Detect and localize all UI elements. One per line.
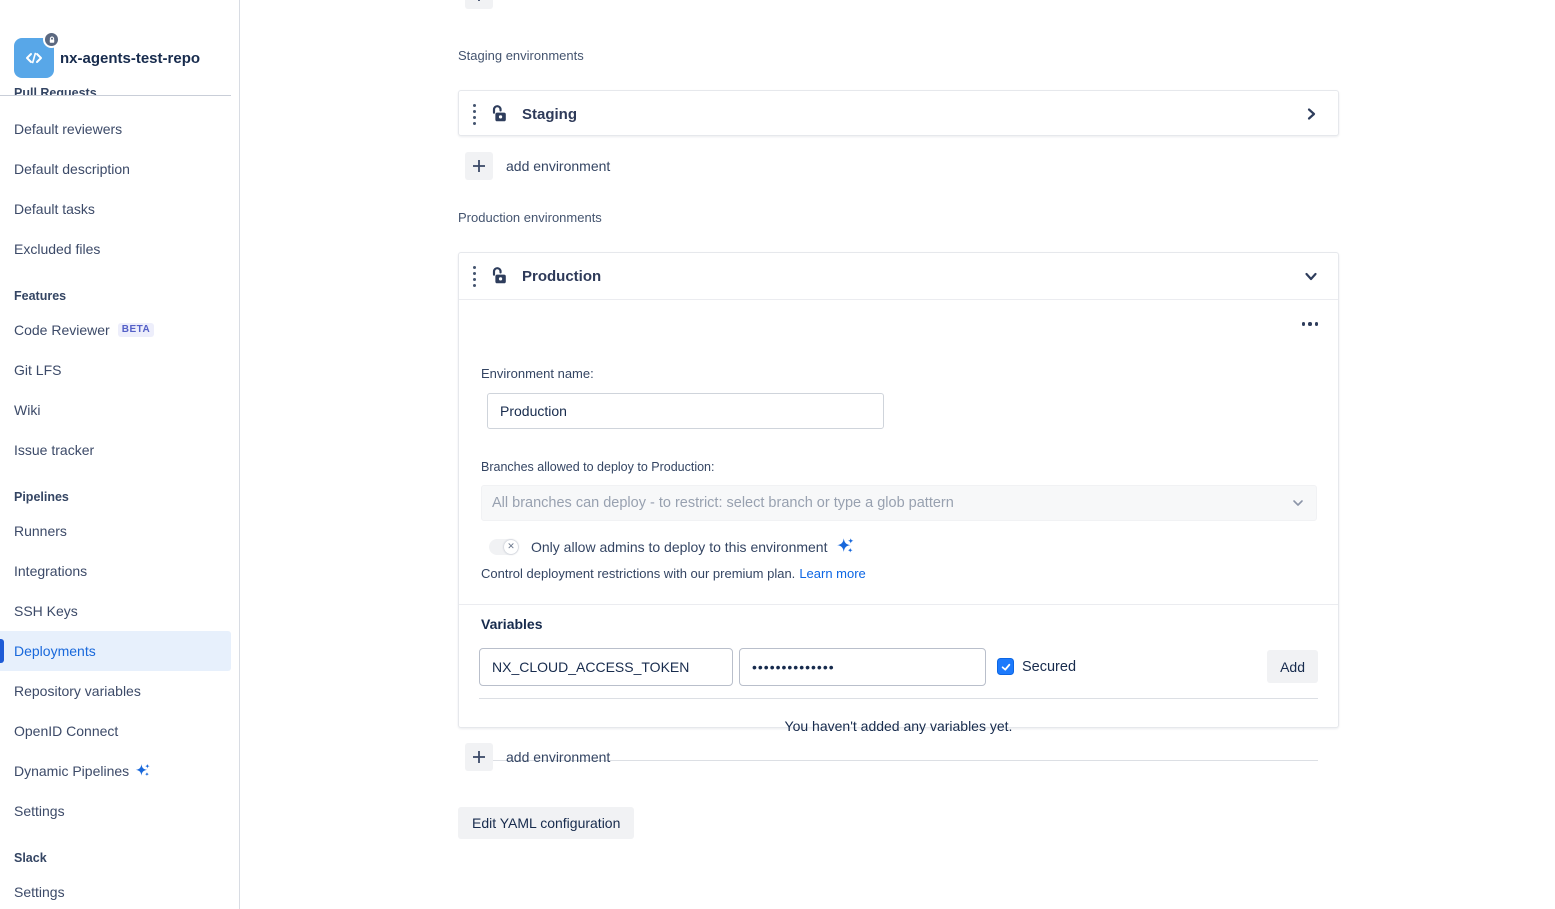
sidebar-item-wiki[interactable]: Wiki bbox=[0, 390, 240, 430]
production-environment-card: Production Environment name: Branches al… bbox=[458, 252, 1339, 728]
admin-only-toggle[interactable]: ✕ bbox=[489, 539, 519, 555]
variables-list-divider bbox=[479, 698, 1318, 699]
production-environment-name: Production bbox=[522, 268, 601, 285]
secured-checkbox[interactable] bbox=[997, 658, 1014, 675]
add-production-environment-button[interactable]: add environment bbox=[465, 743, 610, 771]
unlock-icon bbox=[489, 104, 509, 124]
sidebar-divider bbox=[0, 95, 231, 96]
secured-label: Secured bbox=[1022, 659, 1076, 675]
staging-card-header[interactable]: Staging bbox=[459, 91, 1338, 137]
production-card-body: Environment name: Branches allowed to de… bbox=[459, 299, 1338, 728]
sidebar-item-code-reviewer[interactable]: Code Reviewer BETA bbox=[0, 310, 240, 350]
sidebar-item-git-lfs[interactable]: Git LFS bbox=[0, 350, 240, 390]
settings-sidebar: nx-agents-test-repo Pull Requests Defaul… bbox=[0, 0, 240, 909]
plus-icon bbox=[465, 743, 493, 771]
sparkle-icon bbox=[835, 537, 855, 556]
variable-name-input[interactable] bbox=[479, 648, 733, 686]
code-icon bbox=[23, 47, 45, 69]
selected-indicator bbox=[0, 639, 4, 663]
secured-checkbox-row: Secured bbox=[997, 658, 1076, 675]
admin-only-label: Only allow admins to deploy to this envi… bbox=[531, 539, 827, 555]
add-environment-button-top[interactable]: add environment bbox=[465, 0, 610, 9]
staging-environments-label: Staging environments bbox=[458, 48, 584, 63]
sidebar-item-integrations[interactable]: Integrations bbox=[0, 551, 240, 591]
variable-value-input[interactable] bbox=[739, 648, 986, 686]
sidebar-item-issue-tracker[interactable]: Issue tracker bbox=[0, 430, 240, 470]
more-options-icon[interactable] bbox=[1298, 316, 1322, 332]
sidebar-item-default-reviewers[interactable]: Default reviewers bbox=[0, 109, 240, 149]
sidebar-item-ssh-keys[interactable]: SSH Keys bbox=[0, 591, 240, 631]
deployments-settings-page: nx-agents-test-repo Pull Requests Defaul… bbox=[0, 0, 1555, 909]
sidebar-item-dynamic-pipelines[interactable]: Dynamic Pipelines bbox=[0, 751, 240, 791]
branch-restriction-select[interactable]: All branches can deploy - to restrict: s… bbox=[481, 485, 1317, 521]
section-header-features: Features bbox=[0, 288, 240, 304]
section-header-slack: Slack bbox=[0, 850, 240, 866]
variables-section-divider bbox=[459, 604, 1338, 605]
empty-variables-text: You haven't added any variables yet. bbox=[459, 718, 1338, 734]
production-card-header[interactable]: Production bbox=[459, 253, 1338, 299]
sidebar-nav: Default reviewers Default description De… bbox=[0, 109, 240, 909]
repo-name: nx-agents-test-repo bbox=[60, 50, 200, 67]
add-staging-environment-button[interactable]: add environment bbox=[465, 152, 610, 180]
repo-avatar bbox=[14, 38, 54, 78]
sidebar-item-pipelines-settings[interactable]: Settings bbox=[0, 791, 240, 831]
section-header-pipelines: Pipelines bbox=[0, 489, 240, 505]
repo-link[interactable]: nx-agents-test-repo bbox=[14, 38, 200, 78]
environment-name-label: Environment name: bbox=[481, 366, 594, 381]
learn-more-link[interactable]: Learn more bbox=[799, 566, 865, 581]
admin-only-toggle-row: ✕ Only allow admins to deploy to this en… bbox=[489, 537, 855, 556]
drag-handle-icon[interactable] bbox=[469, 266, 479, 287]
sidebar-item-excluded-files[interactable]: Excluded files bbox=[0, 229, 240, 269]
chevron-right-icon[interactable] bbox=[1302, 105, 1320, 128]
sidebar-item-deployments[interactable]: Deployments bbox=[0, 631, 231, 671]
staging-environment-card: Staging bbox=[458, 90, 1339, 136]
branches-allowed-label: Branches allowed to deploy to Production… bbox=[481, 460, 714, 474]
premium-plan-text: Control deployment restrictions with our… bbox=[481, 566, 866, 581]
unlock-icon bbox=[489, 266, 509, 286]
toggle-off-x-icon: ✕ bbox=[504, 540, 518, 554]
edit-yaml-configuration-button[interactable]: Edit YAML configuration bbox=[458, 807, 634, 839]
environment-name-input[interactable] bbox=[487, 393, 884, 429]
sidebar-item-repository-variables[interactable]: Repository variables bbox=[0, 671, 240, 711]
staging-environment-name: Staging bbox=[522, 106, 577, 123]
private-lock-badge-icon bbox=[43, 31, 60, 48]
sidebar-item-openid-connect[interactable]: OpenID Connect bbox=[0, 711, 240, 751]
sidebar-item-default-description[interactable]: Default description bbox=[0, 149, 240, 189]
checkmark-icon bbox=[1000, 661, 1012, 673]
chevron-down-icon bbox=[1290, 495, 1306, 511]
beta-badge: BETA bbox=[118, 323, 154, 337]
sparkle-icon bbox=[134, 763, 151, 779]
plus-icon bbox=[465, 152, 493, 180]
sidebar-item-default-tasks[interactable]: Default tasks bbox=[0, 189, 240, 229]
section-header-pull-requests: Pull Requests bbox=[14, 84, 224, 95]
add-variable-button[interactable]: Add bbox=[1267, 650, 1318, 683]
branch-select-placeholder: All branches can deploy - to restrict: s… bbox=[492, 495, 1290, 511]
sidebar-item-slack-settings[interactable]: Settings bbox=[0, 872, 240, 909]
chevron-down-icon[interactable] bbox=[1302, 267, 1320, 290]
production-environments-label: Production environments bbox=[458, 210, 602, 225]
plus-icon bbox=[465, 0, 493, 9]
variables-title: Variables bbox=[481, 616, 543, 632]
drag-handle-icon[interactable] bbox=[469, 104, 479, 125]
sidebar-item-runners[interactable]: Runners bbox=[0, 511, 240, 551]
